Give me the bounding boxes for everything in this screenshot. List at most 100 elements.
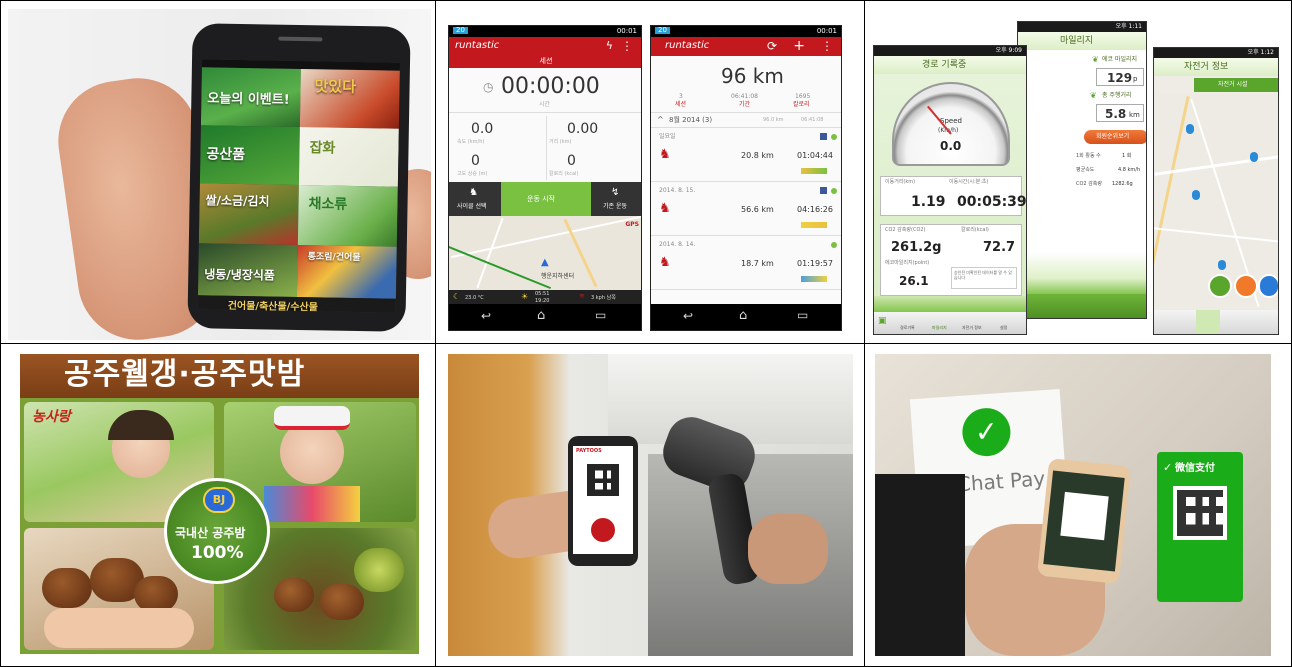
tile-misc[interactable]: 잡화 bbox=[298, 127, 399, 187]
add-icon[interactable]: + bbox=[793, 39, 805, 53]
wechat-photo: ✓ WeChat Pay ✓ 微信支付 bbox=[875, 354, 1271, 656]
history-entry[interactable]: 일요일 ♞ 20.8 km 01:04:44 bbox=[651, 130, 841, 182]
rank-button[interactable]: 회원순위보기 bbox=[1084, 130, 1146, 144]
month-header[interactable]: ^ 8월 2014 (3) 96.0 km 06:41:08 bbox=[651, 112, 841, 128]
orange-circle-button[interactable] bbox=[1234, 274, 1258, 298]
home-icon[interactable]: ⌂ bbox=[739, 309, 747, 322]
distance-time-box: 이동거리(km) 이동시간(시:분:초) 1.19 00:05:39 bbox=[880, 176, 1026, 216]
back-icon[interactable]: ↩ bbox=[683, 310, 693, 322]
note-text: 승인전 미확인된 데이터를 알 수 있습니다 bbox=[954, 270, 1012, 281]
tile-event[interactable]: 오늘의 이벤트! bbox=[200, 67, 301, 128]
ad-title: 공주웰갱·공주맛밤 bbox=[64, 357, 306, 392]
tab-mileage[interactable]: 마일리지 bbox=[932, 326, 947, 330]
cycle-select-label: 사이클 선택 bbox=[457, 203, 487, 210]
session-timer: 00:00:00 bbox=[501, 74, 600, 99]
status-time: 오후 1:11 bbox=[1115, 23, 1142, 30]
seal-line2: 100% bbox=[191, 543, 244, 563]
history-entry[interactable]: 2014. 8. 14. ♞ 18.7 km 01:19:57 bbox=[651, 238, 841, 290]
eco-label: 에코 마일리지 bbox=[1102, 56, 1138, 63]
stat-row-label: 평균속도 bbox=[1076, 167, 1095, 173]
tab-settings[interactable]: 설정 bbox=[1000, 326, 1007, 330]
activity-icon[interactable]: ϟ bbox=[606, 40, 613, 51]
recents-icon[interactable]: ▭ bbox=[797, 309, 808, 321]
sunrise: 05:51 bbox=[535, 291, 550, 297]
month-label: 8월 2014 (3) bbox=[669, 116, 713, 124]
collapse-icon: ^ bbox=[657, 115, 664, 124]
total-distance: 96 km bbox=[721, 64, 784, 88]
speedometer: Speed (Km/h) 0.0 bbox=[892, 82, 1010, 166]
bike-icon: ♞ bbox=[659, 147, 671, 162]
tab-route[interactable]: 경로기록 bbox=[900, 326, 915, 330]
stat-row-label: CO2 감축량 bbox=[1076, 181, 1102, 187]
eco-label: 에코마일리지(point) bbox=[885, 260, 930, 266]
menu-icon[interactable]: ⋮ bbox=[621, 40, 633, 52]
distance-label: 이동거리(km) bbox=[885, 179, 916, 185]
eco-value: 129 bbox=[1107, 71, 1133, 85]
home-icon[interactable]: ⌂ bbox=[537, 309, 545, 322]
map-marker[interactable] bbox=[1186, 124, 1194, 134]
start-workout-button[interactable]: 운동 시작 bbox=[501, 182, 591, 216]
bj-badge-label: BJ bbox=[212, 493, 226, 506]
bottom-banner[interactable]: 건어물/축산물/수산물 bbox=[197, 295, 396, 313]
panel-shopping-app: 오늘의 이벤트! 맛있다 공산품 잡화 쌀/소금/김치 채소류 냉동/냉장식품 … bbox=[8, 9, 431, 340]
facility-tab-label: 자전거 시설 bbox=[1218, 81, 1248, 88]
green-circle-button[interactable] bbox=[1208, 274, 1232, 298]
bike-icon: ♞ bbox=[659, 255, 671, 270]
facebook-icon bbox=[820, 133, 827, 140]
start-workout-label: 운동 시작 bbox=[527, 195, 555, 203]
seal-line1: 국내산 공주밤 bbox=[175, 526, 246, 540]
total-value: 5.8 bbox=[1105, 107, 1127, 121]
tile-vegetables[interactable]: 채소류 bbox=[297, 184, 398, 247]
map-marker[interactable] bbox=[1218, 260, 1226, 270]
tile-goods[interactable]: 공산품 bbox=[199, 125, 300, 185]
blue-circle-button[interactable] bbox=[1258, 274, 1278, 298]
qr-code bbox=[587, 464, 619, 496]
back-icon[interactable]: ↩ bbox=[481, 310, 491, 322]
facility-tab[interactable]: 자전거 시설 bbox=[1194, 78, 1278, 92]
map-marker[interactable] bbox=[1250, 152, 1258, 162]
stat-calories-label: 칼로리 (kcal) bbox=[549, 171, 579, 177]
map-marker[interactable] bbox=[1192, 190, 1200, 200]
home-tab-icon[interactable]: ▣ bbox=[878, 317, 887, 326]
stat-row-value: 4.8 km/h bbox=[1118, 167, 1141, 173]
cycle-select-button[interactable]: ♞ 사이클 선택 bbox=[449, 182, 501, 216]
tab-bike-info[interactable]: 자전거 정보 bbox=[962, 326, 982, 330]
history-entry[interactable]: 2014. 8. 15. ♞ 56.6 km 04:16:26 bbox=[651, 184, 841, 236]
tile-vegetables-label: 채소류 bbox=[308, 196, 348, 213]
bottom-banner-label: 건어물/축산물/수산물 bbox=[227, 300, 318, 313]
tile-rice[interactable]: 쌀/소금/김치 bbox=[198, 183, 299, 245]
tile-canned[interactable]: 통조림/건어물 bbox=[296, 244, 397, 299]
panel-bike-mileage: 오후 1:11 마일리지 ❦ 에코 마일리지 129 p ❦ 총 주행거리 5.… bbox=[869, 9, 1284, 340]
bike-info-screen: 오후 1:12 자전거 정보 자전거 시설 bbox=[1153, 47, 1279, 335]
stat-elevation: 0 bbox=[471, 153, 480, 169]
entry-date: 2014. 8. 15. bbox=[659, 187, 696, 194]
status-bar: 20 00:01 bbox=[449, 26, 641, 37]
quality-seal: BJ 국내산 공주밤 100% bbox=[164, 478, 270, 584]
pay-logo bbox=[591, 518, 615, 542]
screen-title: 마일리지 bbox=[1018, 32, 1146, 50]
scan-photo: PAYTOOS bbox=[448, 354, 853, 656]
menu-icon[interactable]: ⋮ bbox=[821, 40, 833, 52]
wechat-pay-icon: ✓ bbox=[1163, 461, 1173, 474]
sync-icon[interactable]: ⟳ bbox=[767, 40, 777, 52]
history-button[interactable]: ↯ 기존 운동 bbox=[591, 182, 641, 216]
smartphone: PAYTOOS bbox=[568, 436, 638, 566]
section-label: 세션 bbox=[539, 57, 553, 65]
map-view[interactable]: GPS ▲ 행운지하센터 bbox=[449, 215, 641, 290]
cal-value: 72.7 bbox=[983, 240, 1016, 255]
tile-food[interactable]: 맛있다 bbox=[299, 69, 400, 129]
rank-button-label: 회원순위보기 bbox=[1096, 133, 1130, 140]
runtastic-session-screen: 20 00:01 runtastic ⋮ ϟ 세션 ◷ 00:00:00 시간 … bbox=[448, 25, 642, 331]
tile-frozen[interactable]: 냉동/냉장식품 bbox=[197, 243, 298, 297]
title-label: 경로 기록중 bbox=[922, 60, 967, 70]
co2-calorie-box: CO2 감축량(CO2) 칼로리(kcal) 261.2g 72.7 에코마일리… bbox=[880, 224, 1022, 296]
sun-icon: ☀ bbox=[521, 292, 529, 301]
panel-qr-scan: PAYTOOS bbox=[440, 348, 860, 659]
screen-title: 경로 기록중 bbox=[874, 56, 1026, 74]
entry-distance: 56.6 km bbox=[741, 205, 774, 214]
bj-badge: BJ bbox=[203, 487, 235, 513]
eco-unit: p bbox=[1133, 75, 1138, 83]
map-view[interactable] bbox=[1154, 94, 1278, 312]
recents-icon[interactable]: ▭ bbox=[595, 309, 606, 321]
status-time: 오후 9:09 bbox=[995, 47, 1022, 54]
